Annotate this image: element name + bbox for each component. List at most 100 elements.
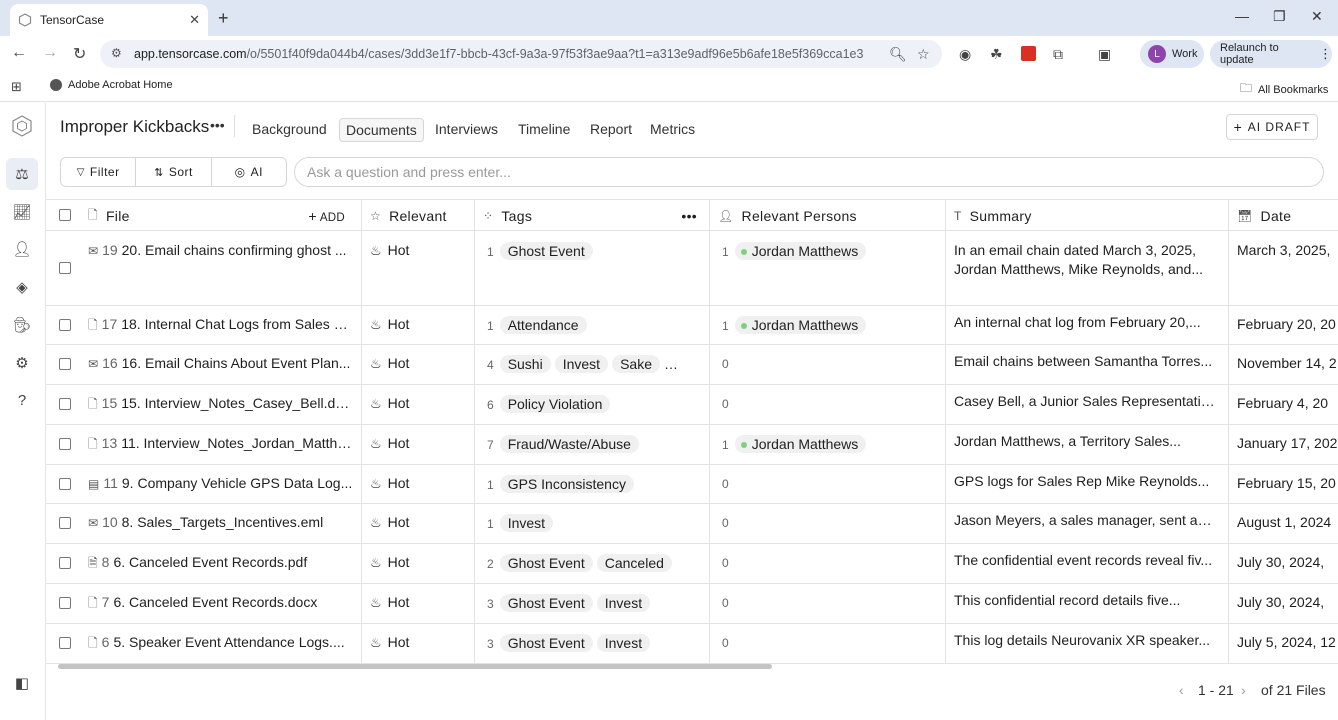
- relevant-cell[interactable]: ♨ Hot: [362, 425, 475, 464]
- all-bookmarks[interactable]: 🗀 All Bookmarks: [1240, 79, 1328, 100]
- row-checkbox[interactable]: [59, 478, 71, 490]
- relevant-column-header[interactable]: ☆ Relevant: [362, 200, 475, 232]
- bookmark-acrobat[interactable]: Adobe Acrobat Home: [50, 79, 173, 91]
- tags-cell[interactable]: 6 Policy Violation: [475, 385, 710, 424]
- persons-cell[interactable]: 1 Jordan Matthews: [710, 425, 946, 464]
- add-file-button[interactable]: + ADD: [308, 208, 345, 224]
- relevant-cell[interactable]: ♨ Hot: [362, 385, 475, 424]
- date-cell[interactable]: February 4, 20: [1229, 385, 1338, 424]
- tag-pill[interactable]: Ghost Event: [499, 242, 593, 260]
- file-cell[interactable]: ✉ 16 16. Email Chains About Event Plan...: [80, 345, 362, 384]
- relevant-cell[interactable]: ♨ Hot: [362, 504, 475, 543]
- file-cell[interactable]: ▤ 11 9. Company Vehicle GPS Data Log...: [80, 465, 362, 503]
- row-checkbox[interactable]: [59, 319, 71, 331]
- relevant-cell[interactable]: ♨ Hot: [362, 584, 475, 623]
- tags-cell[interactable]: 1 Attendance: [475, 306, 710, 344]
- address-bar[interactable]: ⚙ app.tensorcase.com/o/5501f40f9da044b4/…: [100, 40, 942, 68]
- menu-dots-icon[interactable]: ⋮: [1319, 46, 1332, 62]
- date-cell[interactable]: February 20, 20: [1229, 306, 1338, 344]
- tags-cell[interactable]: 1 GPS Inconsistency: [475, 465, 710, 503]
- person-icon[interactable]: 👤︎: [11, 238, 33, 260]
- relevant-cell[interactable]: ♨ Hot: [362, 465, 475, 503]
- ai-button[interactable]: ◎ AI: [212, 158, 286, 186]
- prev-page-icon[interactable]: ‹: [1179, 682, 1184, 698]
- date-cell[interactable]: November 14, 2: [1229, 345, 1338, 384]
- tag-pill[interactable]: Policy Violation: [499, 395, 611, 413]
- file-cell[interactable]: 🗋 6 5. Speaker Event Attendance Logs....: [80, 624, 362, 663]
- vertical-scrollbar[interactable]: [1330, 203, 1336, 663]
- extension-2-icon[interactable]: ☘: [990, 46, 1003, 63]
- summary-cell[interactable]: Email chains between Samantha Torres...: [946, 345, 1229, 384]
- summary-cell[interactable]: GPS logs for Sales Rep Mike Reynolds...: [946, 465, 1229, 503]
- tag-pill[interactable]: Invest: [596, 594, 651, 612]
- tags-cell[interactable]: 3 Ghost Event Invest: [475, 584, 710, 623]
- tag-pill[interactable]: Sushi: [499, 355, 551, 373]
- settings-gear-icon[interactable]: ⚙: [11, 352, 33, 374]
- case-more-icon[interactable]: •••: [210, 117, 225, 133]
- tag-pill[interactable]: Invest: [499, 514, 554, 532]
- row-checkbox[interactable]: [59, 517, 71, 529]
- persons-cell[interactable]: 0: [710, 544, 946, 583]
- tags-cell[interactable]: 1 Invest: [475, 504, 710, 543]
- table-row[interactable]: 🗋 6 5. Speaker Event Attendance Logs.... ♨ H…: [46, 624, 1338, 664]
- file-cell[interactable]: 🗎 8 6. Canceled Event Records.pdf: [80, 544, 362, 583]
- persons-cell[interactable]: 0: [710, 504, 946, 543]
- file-column-header[interactable]: 🗋 File + ADD: [80, 200, 362, 232]
- file-cell[interactable]: ✉ 10 8. Sales_Targets_Incentives.eml: [80, 504, 362, 543]
- row-checkbox[interactable]: [59, 262, 71, 274]
- date-cell[interactable]: August 1, 2024: [1229, 504, 1338, 543]
- persons-cell[interactable]: 1 Jordan Matthews: [710, 306, 946, 344]
- persons-cell[interactable]: 0: [710, 345, 946, 384]
- tab-metrics[interactable]: Metrics: [644, 118, 701, 140]
- row-checkbox[interactable]: [59, 398, 71, 410]
- relaunch-button[interactable]: Relaunch to update ⋮: [1210, 40, 1332, 68]
- tag-pill[interactable]: Canceled: [596, 554, 672, 572]
- column-menu-icon[interactable]: •••: [681, 208, 697, 224]
- date-cell[interactable]: February 15, 20: [1229, 465, 1338, 503]
- relevant-cell[interactable]: ♨ Hot: [362, 345, 475, 384]
- summary-column-header[interactable]: T Summary: [946, 200, 1229, 232]
- relevant-cell[interactable]: ♨ Hot: [362, 306, 475, 344]
- extension-icon[interactable]: ◉: [959, 46, 971, 63]
- summary-cell[interactable]: The confidential event records reveal fi…: [946, 544, 1229, 583]
- extensions-puzzle-icon[interactable]: ⧉: [1053, 46, 1063, 63]
- tag-pill[interactable]: GPS Inconsistency: [499, 475, 634, 493]
- table-row[interactable]: 🗋 7 6. Canceled Event Records.docx ♨ Hot 3 Gho…: [46, 584, 1338, 624]
- tags-cell[interactable]: 7 Fraud/Waste/Abuse: [475, 425, 710, 464]
- tag-pill[interactable]: Invest: [554, 355, 609, 373]
- persons-cell[interactable]: 1 Jordan Matthews: [710, 232, 946, 305]
- tab-interviews[interactable]: Interviews: [429, 118, 504, 140]
- table-row[interactable]: ✉ 10 8. Sales_Targets_Incentives.eml ♨ Hot 1 I…: [46, 504, 1338, 544]
- date-cell[interactable]: July 30, 2024,: [1229, 544, 1338, 583]
- close-tab-icon[interactable]: ✕: [189, 12, 200, 28]
- row-checkbox[interactable]: [59, 358, 71, 370]
- ask-question-input[interactable]: Ask a question and press enter...: [294, 157, 1324, 187]
- reload-icon[interactable]: ↻: [73, 44, 86, 64]
- summary-cell[interactable]: This confidential record details five...: [946, 584, 1229, 623]
- date-cell[interactable]: July 5, 2024, 12: [1229, 624, 1338, 663]
- table-row[interactable]: 🗋 15 15. Interview_Notes_Casey_Bell.docx ♨ H…: [46, 385, 1338, 425]
- minimize-icon[interactable]: —: [1235, 8, 1249, 24]
- select-all-checkbox[interactable]: [59, 209, 71, 221]
- tags-column-header[interactable]: ⁘ Tags •••: [475, 200, 710, 232]
- persons-cell[interactable]: 0: [710, 584, 946, 623]
- summary-cell[interactable]: An internal chat log from February 20,..…: [946, 306, 1229, 344]
- tag-pill[interactable]: Ghost Event: [499, 594, 593, 612]
- file-cell[interactable]: ✉ 19 20. Email chains confirming ghost ...: [80, 232, 362, 305]
- row-checkbox[interactable]: [59, 557, 71, 569]
- file-cell[interactable]: 🗋 13 11. Interview_Notes_Jordan_Matthe...: [80, 425, 362, 464]
- next-page-icon[interactable]: ›: [1241, 682, 1246, 698]
- sort-button[interactable]: ⇅ Sort: [136, 158, 212, 186]
- tag-pill[interactable]: Ghost Event: [499, 554, 593, 572]
- tags-cell[interactable]: 4 Sushi Invest Sake Pull: [475, 345, 710, 384]
- persons-cell[interactable]: 0: [710, 385, 946, 424]
- widgets-icon[interactable]: ◈: [11, 276, 33, 298]
- table-row[interactable]: ✉ 19 20. Email chains confirming ghost ...…: [46, 232, 1338, 306]
- tab-documents[interactable]: Documents: [339, 118, 424, 142]
- summary-cell[interactable]: Jordan Matthews, a Territory Sales...: [946, 425, 1229, 464]
- restore-icon[interactable]: ❐: [1273, 8, 1286, 25]
- zoom-icon[interactable]: 🔍︎: [889, 46, 907, 63]
- bookmark-star-icon[interactable]: ☆: [917, 46, 930, 63]
- tab-timeline[interactable]: Timeline: [512, 118, 576, 140]
- date-cell[interactable]: January 17, 202: [1229, 425, 1338, 464]
